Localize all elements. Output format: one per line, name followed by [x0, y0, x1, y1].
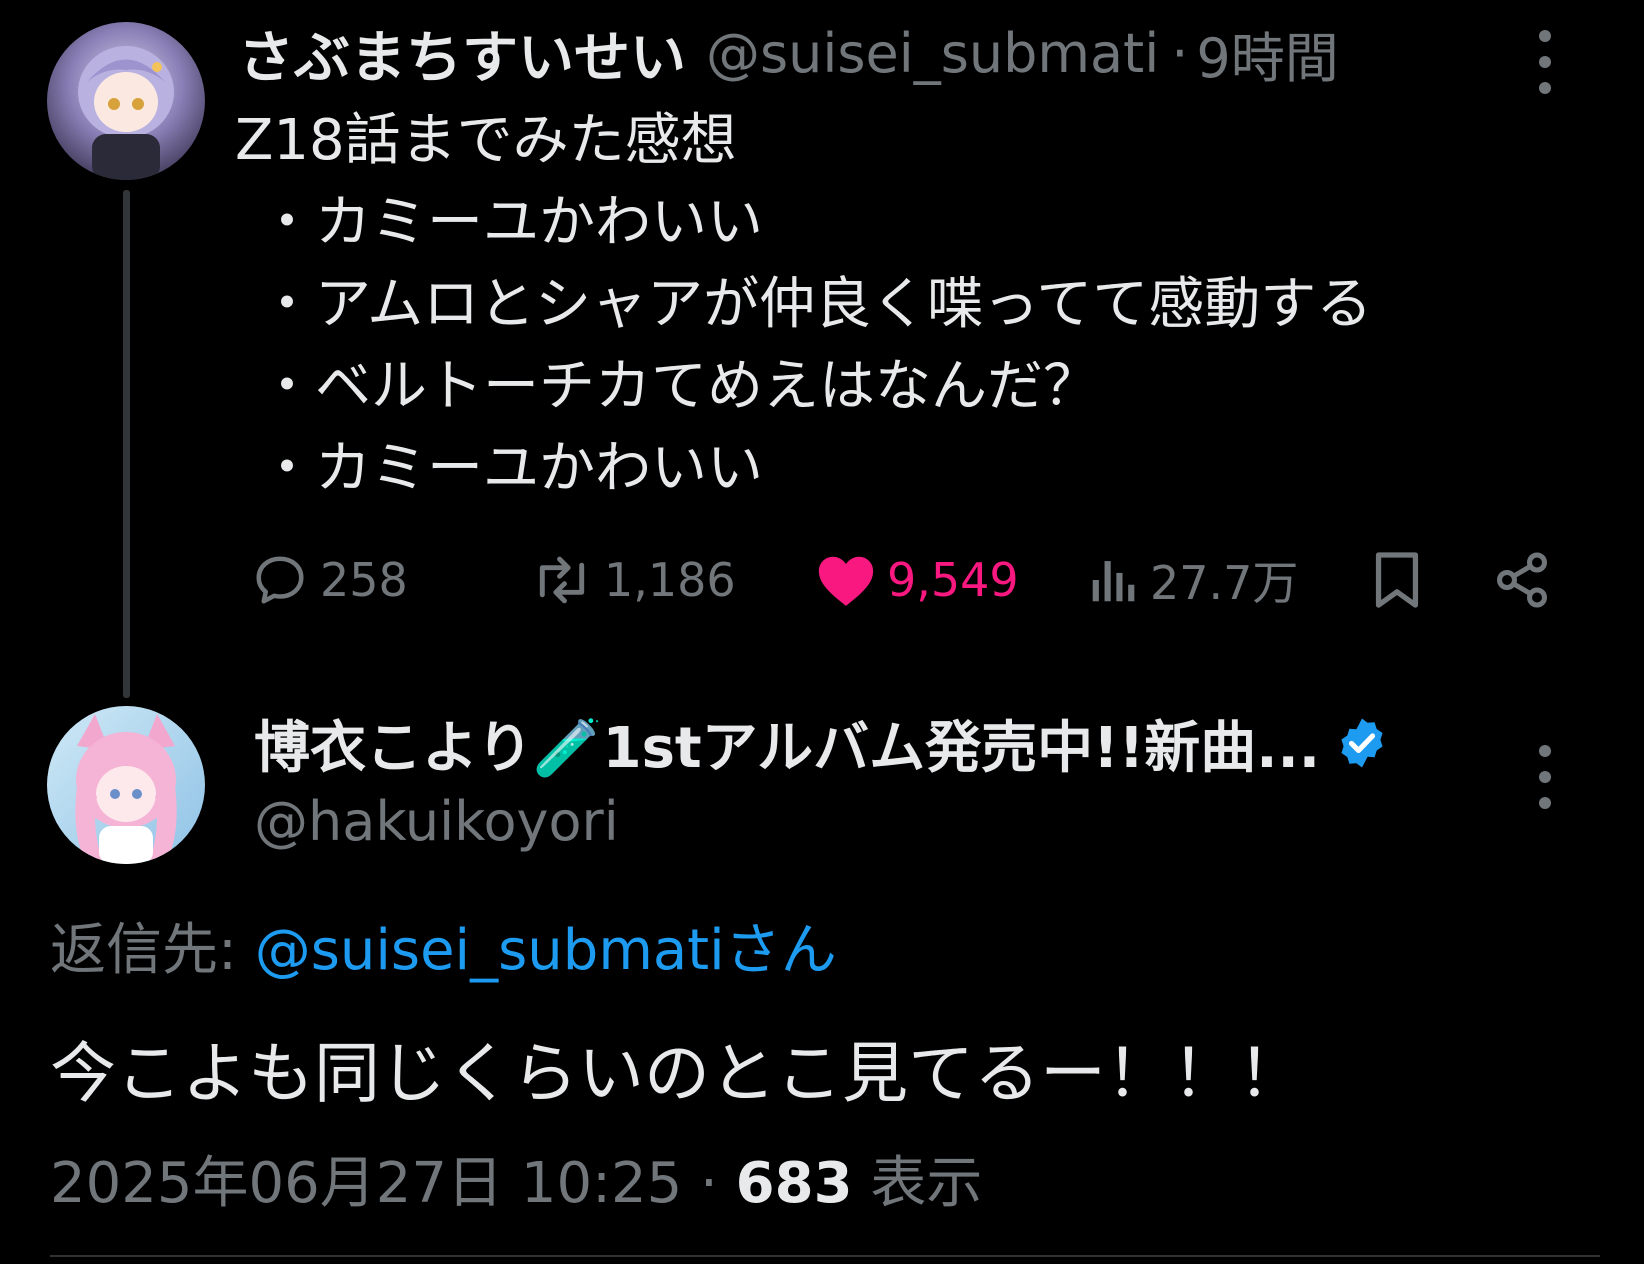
more-options-icon[interactable] [1535, 745, 1555, 809]
tweet-text-line: ・カミーユかわいい [259, 436, 763, 501]
reply-icon [256, 556, 304, 604]
tweet-header: さぶまちすいせい @suisei_submati · 9時間 [238, 18, 1339, 91]
retweet-icon [539, 556, 585, 604]
bookmark-button[interactable] [1368, 545, 1426, 615]
reply-context: 返信先: @suisei_submatiさん [50, 905, 837, 986]
tweet-text-line: ・アムロとシャアが仲良く喋ってて感動する [259, 272, 1373, 337]
tweet-thread-view: さぶまちすいせい @suisei_submati · 9時間 Z18話までみた感… [0, 0, 1644, 1264]
user-handle[interactable]: @suisei_submati [706, 22, 1159, 85]
views-button[interactable]: 27.7万 [1088, 545, 1298, 615]
tweet-text-line: ・ベルトーチカてめえはなんだ？ [259, 354, 1099, 419]
like-count: 9,549 [887, 553, 1019, 607]
timestamp[interactable]: 9時間 [1196, 14, 1338, 93]
like-button[interactable]: 9,549 [815, 545, 1019, 615]
tweet-date[interactable]: 2025年06月27日 10:25 [50, 1151, 682, 1216]
verified-badge-icon [1341, 718, 1383, 768]
more-options-icon[interactable] [1535, 30, 1555, 94]
avatar-image [47, 22, 205, 180]
retweet-count: 1,186 [604, 553, 736, 607]
tweet-text-line: Z18話までみた感想 [235, 108, 737, 173]
reply-header: 博衣こより🧪1stアルバム発売中!!新曲... [254, 705, 1390, 781]
user-handle[interactable]: @hakuikoyori [254, 790, 619, 853]
tweet-meta: 2025年06月27日 10:25 · 683 表示 [50, 1138, 982, 1219]
avatar-image [47, 706, 205, 864]
reply-to-mention[interactable]: @suisei_submatiさん [255, 918, 837, 983]
reply-button[interactable]: 258 [250, 545, 408, 615]
avatar[interactable] [47, 706, 205, 864]
views-count: 683 [735, 1151, 853, 1216]
thread-connector-line [123, 190, 130, 698]
view-count: 27.7万 [1150, 556, 1299, 610]
bookmark-icon [1375, 552, 1419, 608]
tweet-text: Z18話までみた感想 ・カミーユかわいい ・アムロとシャアが仲良く喋ってて感動す… [235, 100, 1373, 510]
time-separator: · [1171, 21, 1189, 85]
heart-filled-icon [818, 556, 874, 606]
tweet-actions-bar: 258 1,186 9,549 27.7万 [250, 545, 1570, 615]
display-name[interactable]: 博衣こより🧪1stアルバム発売中!!新曲... [254, 703, 1320, 784]
display-name[interactable]: さぶまちすいせい [238, 13, 686, 94]
avatar[interactable] [47, 22, 205, 180]
reply-text: 今こよも同じくらいのとこ見てるー！！！ [50, 1035, 1304, 1112]
divider [50, 1255, 1600, 1257]
views-label: 表示 [870, 1151, 983, 1216]
tweet-text-line: ・カミーユかわいい [259, 190, 763, 255]
reply-to-label: 返信先: [50, 918, 237, 983]
retweet-button[interactable]: 1,186 [530, 545, 736, 615]
analytics-icon [1092, 561, 1135, 602]
reply-count: 258 [320, 553, 408, 607]
share-icon [1497, 552, 1547, 608]
share-button[interactable] [1492, 545, 1552, 615]
meta-separator: · [700, 1151, 718, 1216]
